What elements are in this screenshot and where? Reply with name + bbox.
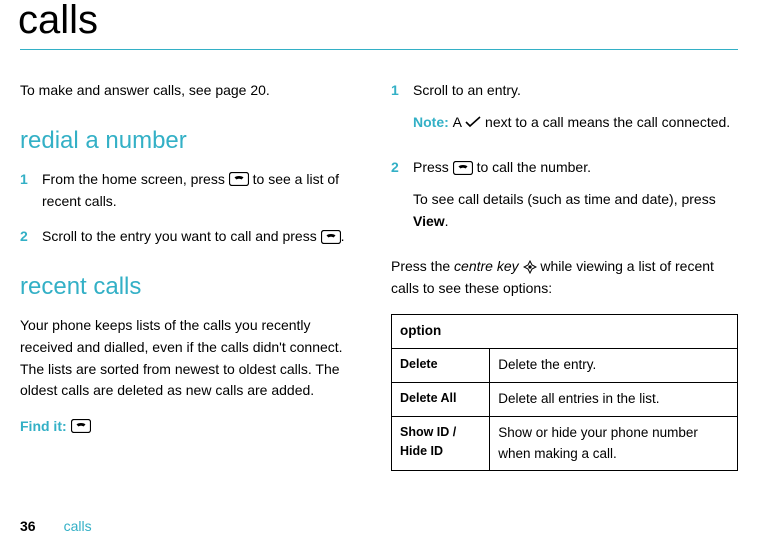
send-key-icon bbox=[453, 161, 473, 175]
step-number: 1 bbox=[20, 169, 30, 191]
press-centre-para: Press the centre key while viewing a lis… bbox=[391, 256, 738, 299]
recent-step-2: 2 Press to call the number. To see call … bbox=[391, 157, 738, 242]
step-number: 2 bbox=[391, 157, 401, 179]
recent-step-1: 1 Scroll to an entry. Note: A next to a … bbox=[391, 80, 738, 143]
option-desc: Delete all entries in the list. bbox=[490, 382, 738, 416]
option-name: Show ID / Hide ID bbox=[392, 416, 490, 471]
step-2-line1: Press to call the number. bbox=[413, 157, 738, 179]
section-redial-heading: redial a number bbox=[20, 122, 367, 159]
note-label: Note: bbox=[413, 114, 453, 130]
see-details-pre: To see call details (such as time and da… bbox=[413, 191, 716, 207]
redial-step-2: 2 Scroll to the entry you want to call a… bbox=[20, 226, 367, 248]
step-1-text: Scroll to an entry. bbox=[413, 80, 738, 102]
table-row: Delete Delete the entry. bbox=[392, 348, 738, 382]
step-2-line2: To see call details (such as time and da… bbox=[413, 189, 738, 232]
send-key-icon bbox=[321, 230, 341, 244]
step-pre: Press bbox=[413, 159, 453, 175]
option-desc: Delete the entry. bbox=[490, 348, 738, 382]
footer: 36 calls bbox=[20, 518, 92, 534]
step-text: From the home screen, press to see a lis… bbox=[42, 169, 367, 212]
view-key-name: View bbox=[413, 213, 445, 229]
table-row: Show ID / Hide ID Show or hide your phon… bbox=[392, 416, 738, 471]
redial-step-1: 1 From the home screen, press to see a l… bbox=[20, 169, 367, 212]
step-pre: From the home screen, press bbox=[42, 171, 229, 187]
table-header-row: option bbox=[392, 314, 738, 348]
centre-key-name: centre key bbox=[454, 258, 519, 274]
step-text: Scroll to an entry. Note: A next to a ca… bbox=[413, 80, 738, 143]
step-pre: Scroll to the entry you want to call and… bbox=[42, 228, 321, 244]
intro-text: To make and answer calls, see page 20. bbox=[20, 80, 367, 102]
see-details-post: . bbox=[445, 213, 449, 229]
section-recent-heading: recent calls bbox=[20, 268, 367, 305]
options-table: option Delete Delete the entry. Delete A… bbox=[391, 314, 738, 472]
recent-para: Your phone keeps lists of the calls you … bbox=[20, 315, 367, 402]
right-column: 1 Scroll to an entry. Note: A next to a … bbox=[391, 80, 738, 471]
press-centre-pre: Press the bbox=[391, 258, 454, 274]
step-number: 1 bbox=[391, 80, 401, 102]
step-post: . bbox=[341, 228, 345, 244]
option-name: Delete All bbox=[392, 382, 490, 416]
note-post: next to a call means the call connected. bbox=[481, 114, 730, 130]
note-line: Note: A next to a call means the call co… bbox=[413, 112, 738, 134]
centre-key-icon bbox=[523, 260, 537, 274]
table-header: option bbox=[392, 314, 738, 348]
send-key-icon bbox=[71, 419, 91, 433]
title-divider bbox=[20, 49, 738, 50]
page-number: 36 bbox=[20, 518, 36, 534]
option-name: Delete bbox=[392, 348, 490, 382]
footer-section: calls bbox=[64, 518, 92, 534]
check-icon bbox=[465, 116, 481, 128]
page-title: calls bbox=[18, 0, 738, 43]
step-number: 2 bbox=[20, 226, 30, 248]
step-text: Press to call the number. To see call de… bbox=[413, 157, 738, 242]
send-key-icon bbox=[229, 172, 249, 186]
option-desc: Show or hide your phone number when maki… bbox=[490, 416, 738, 471]
find-it-label: Find it: bbox=[20, 418, 71, 434]
find-it-line: Find it: bbox=[20, 416, 367, 438]
step-text: Scroll to the entry you want to call and… bbox=[42, 226, 367, 248]
note-pre: A bbox=[453, 114, 465, 130]
step-post: to call the number. bbox=[473, 159, 591, 175]
table-row: Delete All Delete all entries in the lis… bbox=[392, 382, 738, 416]
left-column: To make and answer calls, see page 20. r… bbox=[20, 80, 367, 471]
